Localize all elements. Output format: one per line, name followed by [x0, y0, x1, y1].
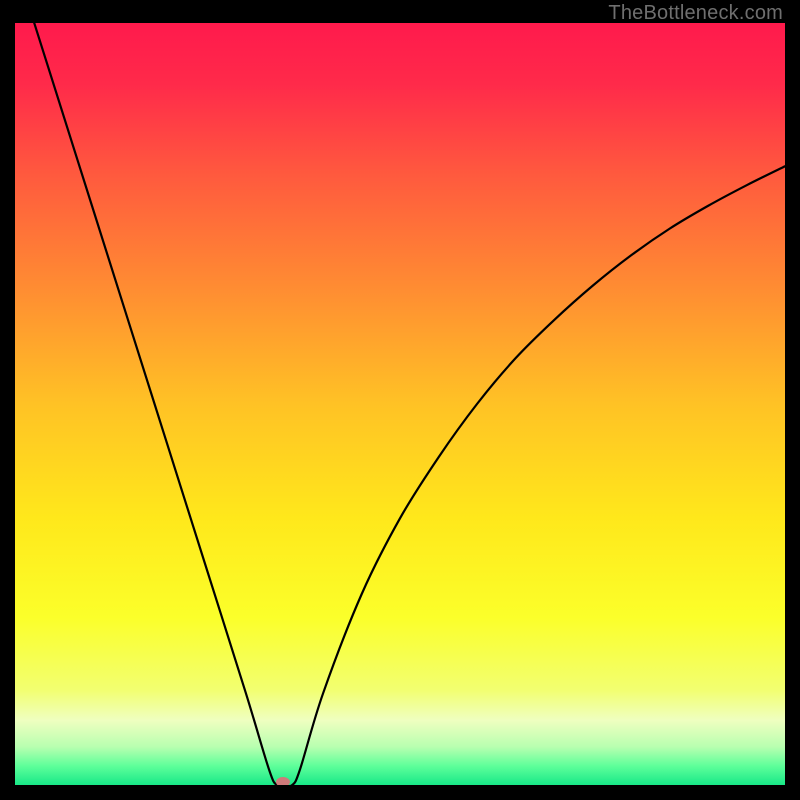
- watermark-text: TheBottleneck.com: [608, 2, 783, 25]
- gradient-background: [15, 23, 785, 785]
- bottleneck-chart: [15, 23, 785, 785]
- chart-frame: [15, 23, 785, 785]
